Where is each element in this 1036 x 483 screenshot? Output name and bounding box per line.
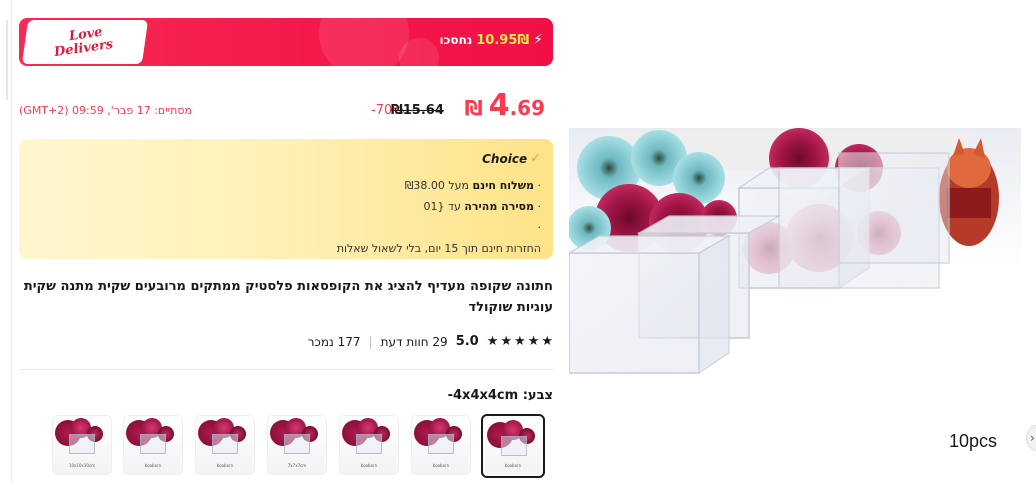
star-rating: ★ ★ ★ ★ ★: [487, 334, 553, 349]
benefit-fast-delivery: · מסירה מהירה עד {01: [423, 200, 541, 213]
thumb-image: boxborn: [485, 418, 541, 474]
product-photo: [569, 18, 1021, 470]
color-thumb[interactable]: 7x7x7cm: [267, 415, 327, 475]
thumb-image: boxborn: [340, 416, 398, 474]
banner-decoration: [399, 38, 439, 66]
benefit-free-shipping: · משלוח חינם מעל ₪38.00: [404, 179, 541, 192]
color-label: צבע: 4x4x4cm-: [447, 388, 553, 403]
choice-benefits-list: · משלוח חינם מעל ₪38.00 · מסירה מהירה עד…: [337, 175, 541, 259]
star-icon: ★: [486, 334, 499, 349]
color-thumb[interactable]: boxborn: [123, 415, 183, 475]
banner-decoration: [319, 18, 409, 66]
color-thumb-selected[interactable]: boxborn: [481, 414, 545, 478]
price-row: מסתיים: 17 פבר', 09:59 (GMT+2) -70% ₪15.…: [19, 88, 545, 123]
image-caption: 10pcs: [948, 431, 997, 451]
divider: [19, 369, 553, 370]
savings-label: נחסכו: [439, 33, 473, 47]
chevron-right-icon[interactable]: ›: [1026, 424, 1036, 452]
current-price: ₪ 4 .69: [465, 88, 545, 123]
rating-row[interactable]: ★ ★ ★ ★ ★ 5.0 29 חוות דעת | 177 נמכר: [308, 334, 553, 349]
sold-count: 177 נמכר: [307, 334, 361, 349]
rating-value: 5.0: [455, 334, 479, 349]
love-delivers-logo: Love Delivers: [21, 20, 149, 64]
star-icon: ★: [541, 334, 553, 349]
star-icon: ★: [514, 334, 526, 349]
color-thumb[interactable]: boxborn: [195, 415, 255, 475]
price-currency: ₪: [464, 96, 483, 120]
thumb-image: boxborn: [124, 416, 182, 474]
original-price: ₪15.64: [391, 103, 444, 118]
color-thumb[interactable]: boxborn: [339, 415, 399, 475]
benefit-free-returns: החזרות חינם תוך 15 יום, בלי לשאול שאלות: [336, 242, 541, 255]
separator: |: [368, 334, 373, 349]
product-title: חתונה שקופה מעדיף להציג את הקופסאות פלסט…: [23, 279, 553, 315]
thumb-image: 7x7x7cm: [268, 416, 326, 474]
savings-amount: 10.95₪: [476, 32, 530, 48]
sale-deadline: מסתיים: 17 פבר', 09:59 (GMT+2): [19, 104, 192, 117]
choice-badge: Choice ✓: [482, 151, 541, 166]
thumb-image: boxborn: [412, 416, 470, 474]
product-page: Love Delivers ⚡ 10.95₪ נחסכו מסתיים: 17 …: [0, 0, 1036, 483]
left-rail: [0, 0, 12, 483]
star-icon: ★: [527, 334, 540, 349]
thumb-image: 10x10x10cm: [53, 416, 111, 474]
price-decimal: .69: [509, 96, 545, 120]
product-main-image[interactable]: 10pcs: [569, 18, 1021, 470]
price-integer: 4: [488, 88, 510, 123]
check-icon: ✓: [530, 151, 541, 166]
thumb-image: boxborn: [196, 416, 254, 474]
star-icon: ★: [500, 334, 513, 349]
review-count[interactable]: 29 חוות דעת: [381, 335, 448, 349]
bolt-icon: ⚡: [533, 32, 543, 48]
color-thumbnails: boxborn boxborn boxborn 7x7x7cm boxborn …: [52, 414, 546, 478]
benefit-empty: ·: [537, 221, 542, 234]
choice-benefits-box[interactable]: Choice ✓ · משלוח חינם מעל ₪38.00 · מסירה…: [19, 139, 553, 259]
savings-info: ⚡ 10.95₪ נחסכו: [440, 32, 544, 48]
choice-label: Choice: [482, 151, 528, 166]
love-delivers-banner[interactable]: Love Delivers ⚡ 10.95₪ נחסכו: [19, 18, 553, 66]
color-thumb[interactable]: 10x10x10cm: [52, 415, 112, 475]
logo-line-2: Delivers: [53, 36, 115, 61]
color-thumb[interactable]: boxborn: [411, 415, 471, 475]
rail-marker: [6, 20, 8, 100]
